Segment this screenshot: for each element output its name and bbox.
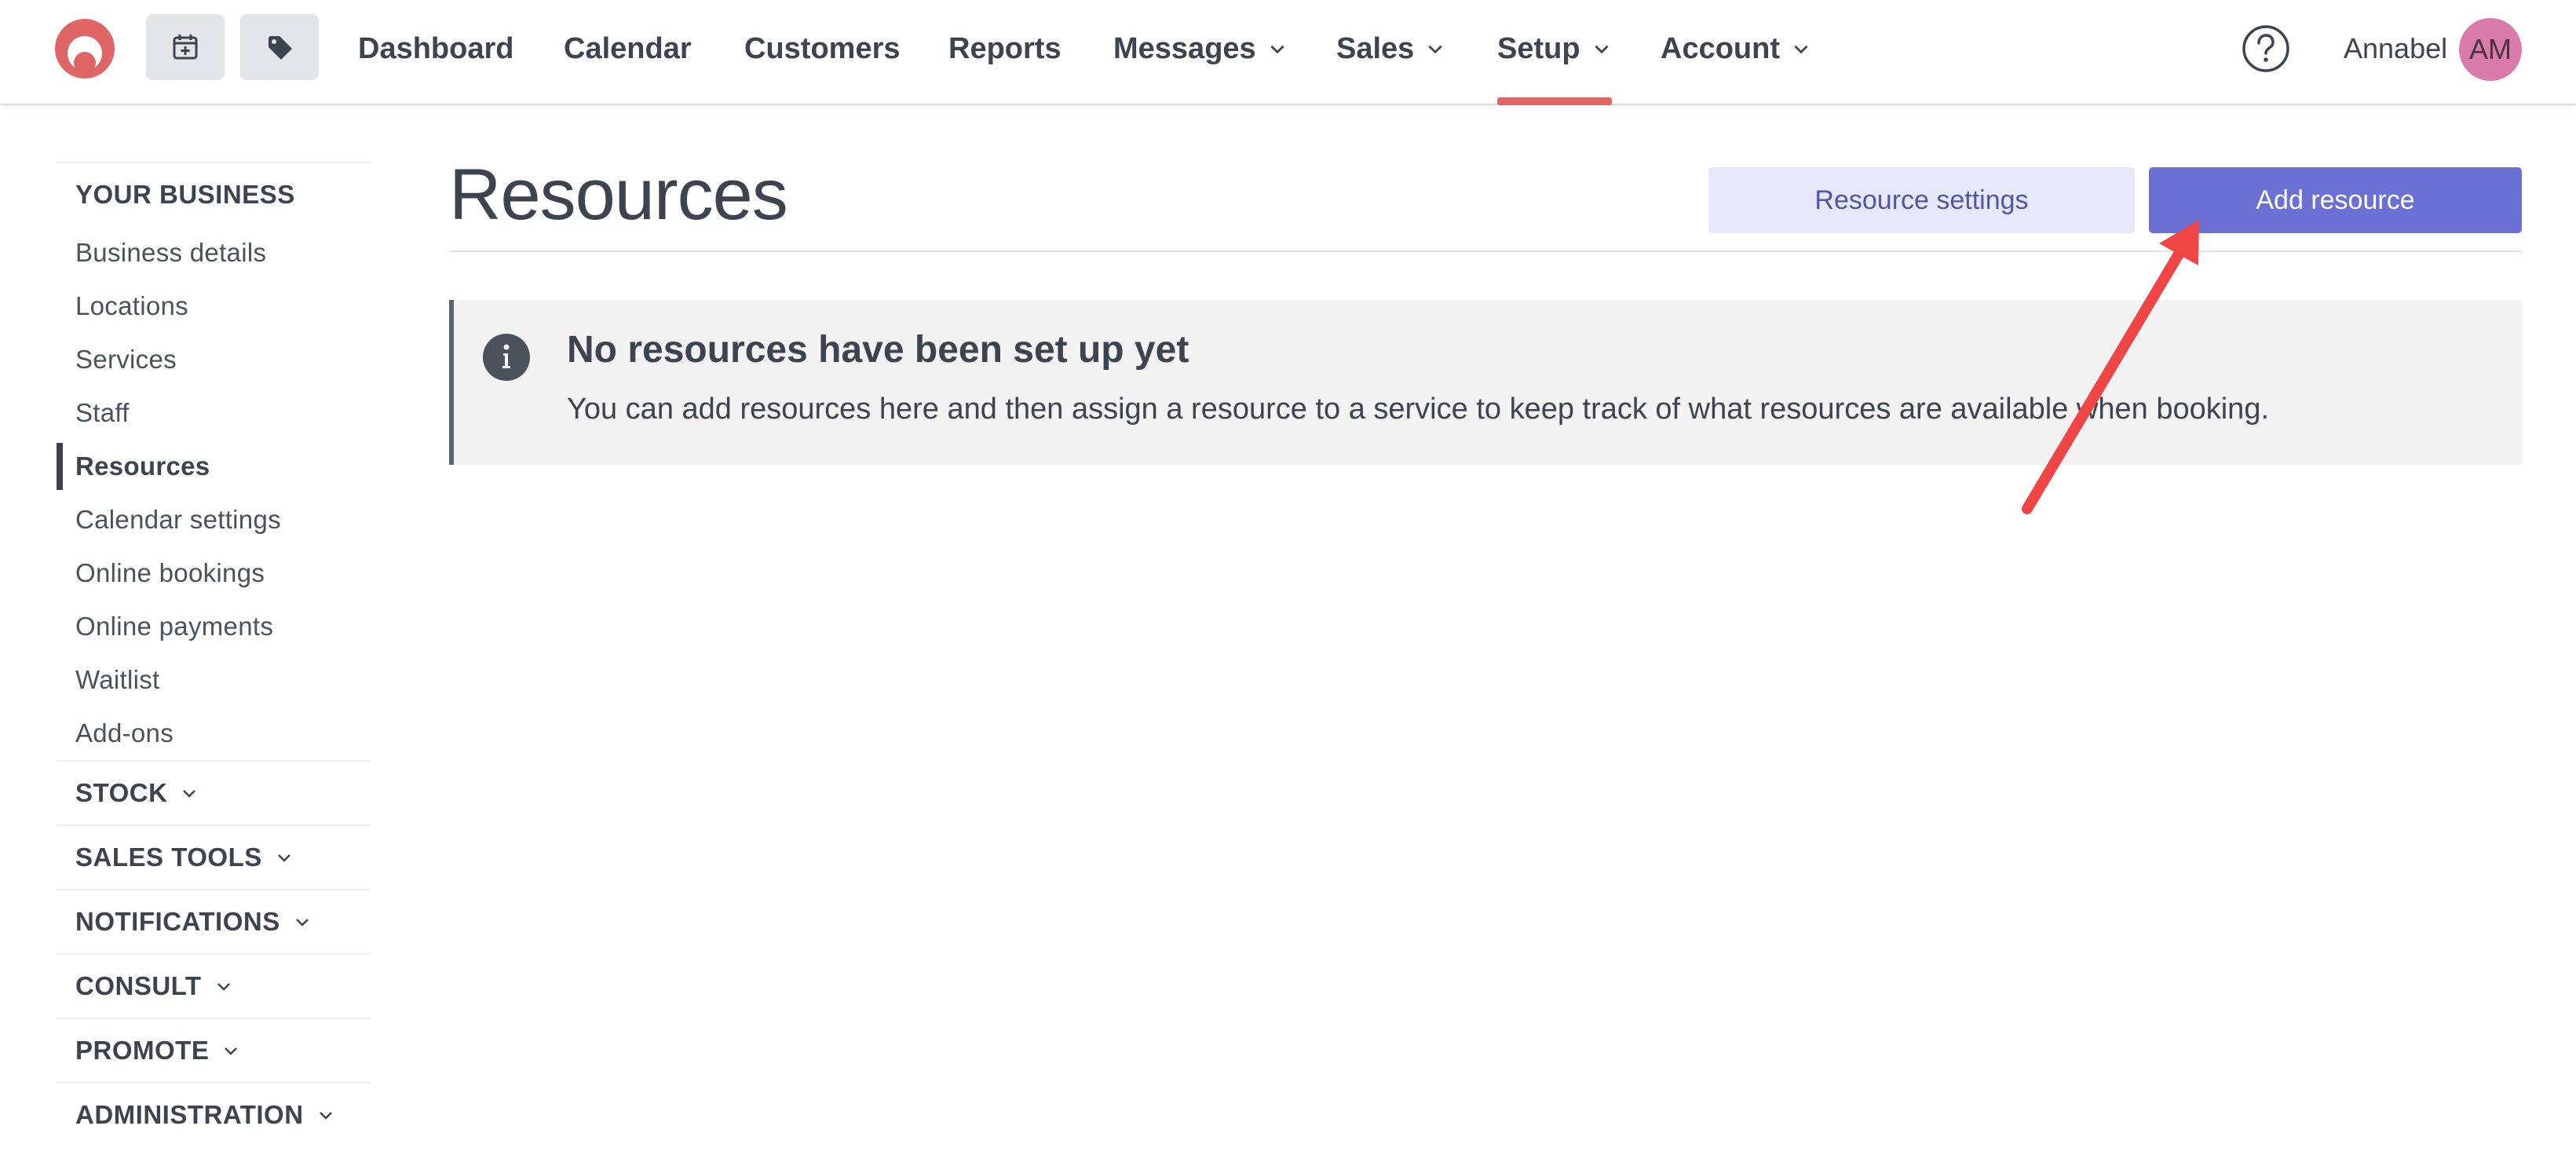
nav-messages[interactable]: Messages [1113,0,1288,97]
chevron-down-icon [319,1112,332,1120]
sidebar-heading-your-business: YOUR BUSINESS [75,180,295,209]
sidebar-item-calendar-settings[interactable]: Calendar settings [57,493,371,546]
nav-account-label: Account [1661,31,1780,65]
sidebar-item-online-payments[interactable]: Online payments [57,600,371,653]
title-divider [449,250,2522,252]
chevron-down-icon [225,1047,238,1055]
nav-calendar-label: Calendar [564,31,692,65]
tag-icon [269,36,292,60]
chevron-down-icon [1428,45,1442,54]
sidebar-item-resources[interactable]: Resources [57,440,371,493]
sidebar-item-staff[interactable]: Staff [57,386,371,440]
sidebar-item-waitlist[interactable]: Waitlist [57,653,371,707]
sidebar-item-locations[interactable]: Locations [57,280,371,333]
help-icon[interactable] [2241,24,2291,74]
chevron-down-icon [1595,45,1609,54]
top-navigation-bar: Dashboard Calendar Customers Reports Mes… [0,0,2576,105]
nav-customers[interactable]: Customers [744,0,901,97]
nav-setup-label: Setup [1497,31,1580,65]
nav-account[interactable]: Account [1661,0,1811,97]
sidebar-item-add-ons[interactable]: Add-ons [57,707,371,760]
brand-logo[interactable] [53,17,116,80]
nav-dashboard-label: Dashboard [358,31,514,65]
sidebar-section-label: CONSULT [75,971,202,1000]
sidebar-section-label: NOTIFICATIONS [75,907,280,936]
nav-calendar[interactable]: Calendar [564,0,692,97]
chevron-down-icon [295,919,309,927]
sidebar-section-sales-tools[interactable]: SALES TOOLS [57,824,371,889]
sidebar-section-label: PROMOTE [75,1036,210,1065]
notice-title: No resources have been set up yet [567,329,1189,371]
chevron-down-icon [217,983,230,991]
sidebar-section-promote[interactable]: PROMOTE [57,1018,371,1082]
sidebar-item-business-details[interactable]: Business details [57,226,371,280]
sidebar-section-label: SALES TOOLS [75,843,262,872]
chevron-down-icon [277,854,290,862]
sidebar-section-notifications[interactable]: NOTIFICATIONS [57,889,371,953]
sidebar-section-administration[interactable]: ADMINISTRATION [57,1082,371,1146]
resource-settings-button[interactable]: Resource settings [1708,167,2135,233]
notice-body: You can add resources here and then assi… [567,393,2270,426]
sidebar-section-label: ADMINISTRATION [75,1100,304,1129]
new-appointment-button[interactable] [146,14,225,80]
empty-state-notice: No resources have been set up yet You ca… [449,300,2522,465]
nav-setup[interactable]: Setup [1497,0,1612,105]
sidebar-section-consult[interactable]: CONSULT [57,953,371,1018]
nav-reports[interactable]: Reports [948,0,1061,97]
nav-reports-label: Reports [948,31,1061,65]
avatar[interactable]: AM [2459,18,2522,81]
chevron-down-icon [1270,45,1284,54]
sidebar-section-stock[interactable]: STOCK [57,760,371,824]
new-sale-button[interactable] [240,14,319,80]
add-resource-button[interactable]: Add resource [2149,167,2522,233]
user-name[interactable]: Annabel [2344,0,2447,97]
nav-customers-label: Customers [744,31,901,65]
sidebar-item-services[interactable]: Services [57,333,371,386]
nav-messages-label: Messages [1113,31,1256,65]
calendar-plus-icon [173,35,198,60]
sidebar-section-label: STOCK [75,778,168,807]
page-title: Resources [449,155,788,235]
nav-sales-label: Sales [1336,31,1415,65]
chevron-down-icon [183,790,196,798]
settings-sidebar: YOUR BUSINESS Business details Locations… [57,162,371,1146]
nav-sales[interactable]: Sales [1336,0,1445,97]
sidebar-item-online-bookings[interactable]: Online bookings [57,546,371,600]
chevron-down-icon [1794,45,1808,54]
info-icon [483,334,530,381]
nav-dashboard[interactable]: Dashboard [358,0,513,97]
